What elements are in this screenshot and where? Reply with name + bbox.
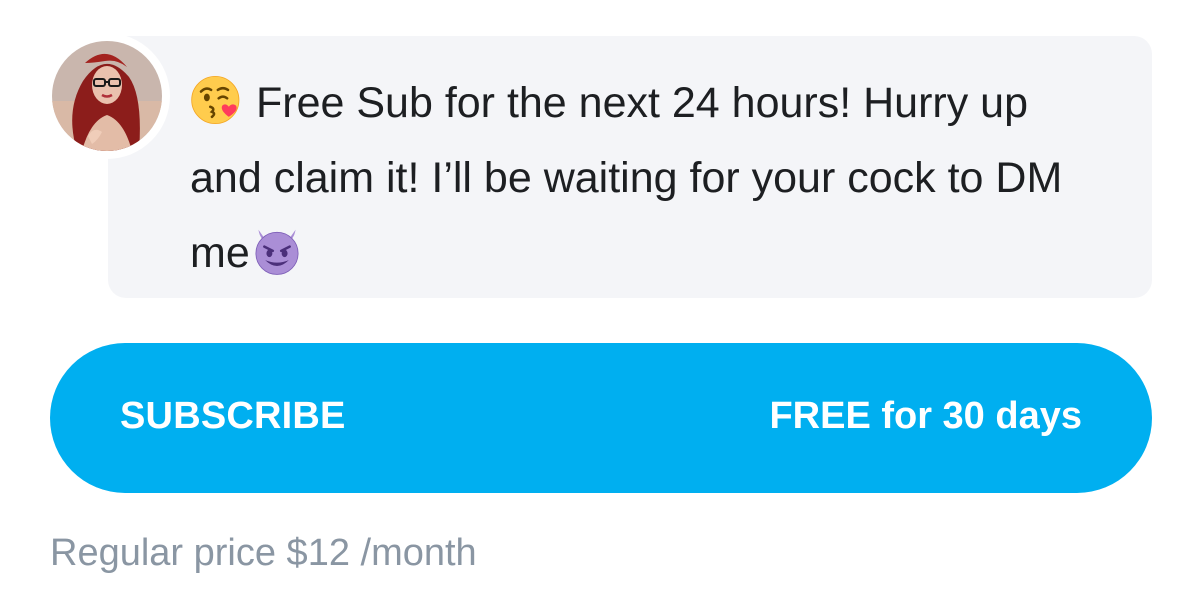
message-text: Free Sub for the next 24 hours! Hurry up…	[190, 79, 1063, 277]
subscribe-offer: FREE for 30 days	[769, 395, 1082, 437]
message-bubble: Free Sub for the next 24 hours! Hurry up…	[108, 36, 1152, 298]
message-body: Free Sub for the next 24 hours! Hurry up…	[190, 66, 1110, 291]
subscribe-label: SUBSCRIBE	[120, 395, 346, 437]
regular-price-text: Regular price $12 /month	[50, 532, 477, 574]
avatar[interactable]	[52, 41, 162, 151]
subscribe-button[interactable]: SUBSCRIBE FREE for 30 days	[50, 343, 1152, 493]
avatar-photo	[52, 41, 162, 151]
avatar-ring[interactable]	[44, 33, 170, 159]
subscription-card: Free Sub for the next 24 hours! Hurry up…	[0, 0, 1200, 608]
kissing-face-with-heart-icon	[190, 73, 244, 127]
smiling-devil-icon	[250, 223, 304, 277]
